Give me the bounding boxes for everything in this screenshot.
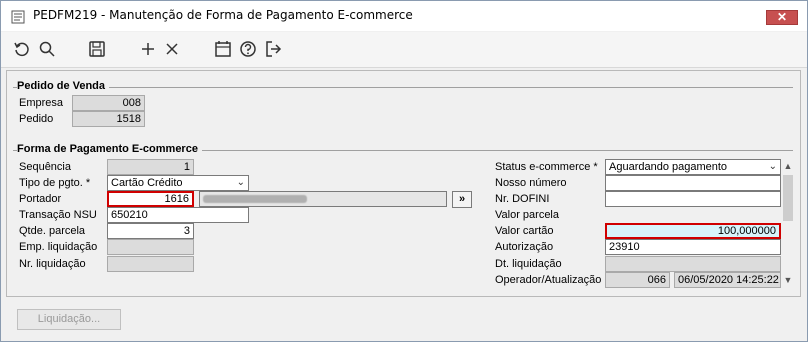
valor-parcela-field [605, 207, 781, 223]
sequencia-label: Sequência [19, 161, 71, 173]
nosso-numero-field[interactable] [605, 175, 781, 191]
pedido-label: Pedido [19, 113, 54, 125]
chevron-down-icon: ⌄ [236, 177, 245, 188]
exit-icon[interactable] [264, 40, 282, 58]
pedido-group-title: Pedido de Venda [17, 80, 110, 92]
valor-parcela-label: Valor parcela [495, 209, 559, 221]
empresa-label: Empresa [19, 97, 64, 109]
emp-liquidacao-label: Emp. liquidação [19, 241, 98, 253]
dt-liquidacao-field[interactable] [605, 256, 781, 272]
nr-liquidacao-label: Nr. liquidação [19, 258, 86, 270]
atualizacao-field[interactable]: 06/05/2020 14:25:22 [674, 272, 781, 288]
calendar-icon[interactable] [214, 40, 232, 58]
scroll-down-icon[interactable]: ▼ [781, 273, 795, 287]
status-value: Aguardando pagamento [609, 161, 728, 173]
app-window: PEDFM219 - Manutenção de Forma de Pagame… [0, 0, 808, 342]
toolbar [1, 32, 807, 68]
dt-liquidacao-label: Dt. liquidação [495, 258, 562, 270]
dofini-field[interactable] [605, 191, 781, 207]
nr-liquidacao-field[interactable] [107, 256, 194, 272]
sequencia-field[interactable]: 1 [107, 159, 194, 175]
title-bar: PEDFM219 - Manutenção de Forma de Pagame… [1, 1, 807, 31]
vertical-scrollbar[interactable]: ▲ ▼ [781, 159, 795, 287]
portador-search-button[interactable]: » [452, 191, 472, 208]
main-panel: Pedido de Venda Empresa 008 Pedido 1518 … [6, 70, 801, 297]
close-button[interactable]: ✕ [766, 10, 798, 25]
empresa-field[interactable]: 008 [72, 95, 145, 111]
scroll-thumb[interactable] [783, 175, 793, 221]
tipo-pgto-value: Cartão Crédito [111, 177, 183, 189]
chevron-down-icon: ⌄ [768, 161, 777, 172]
search-icon[interactable] [38, 40, 56, 58]
save-icon[interactable] [88, 40, 106, 58]
pedido-group-line [13, 87, 793, 88]
portador-label: Portador [19, 193, 62, 205]
operador-field[interactable]: 066 [605, 272, 670, 288]
add-icon[interactable] [139, 40, 157, 58]
tipo-pgto-select[interactable]: Cartão Crédito ⌄ [107, 175, 249, 191]
nsu-field[interactable]: 650210 [107, 207, 249, 223]
parcela-label: Qtde. parcela [19, 225, 86, 237]
parcela-field[interactable]: 3 [107, 223, 194, 239]
valor-cartao-field[interactable]: 100,000000 [605, 223, 781, 239]
refresh-icon[interactable] [13, 40, 31, 58]
delete-icon[interactable] [163, 40, 181, 58]
scroll-up-icon[interactable]: ▲ [781, 159, 795, 173]
autorizacao-label: Autorização [495, 241, 554, 253]
pedido-field[interactable]: 1518 [72, 111, 145, 127]
nosso-numero-label: Nosso número [495, 177, 567, 189]
liquidacao-button[interactable]: Liquidação... [17, 309, 121, 330]
forma-group-title: Forma de Pagamento E-commerce [17, 143, 202, 155]
portador-description-field [199, 191, 447, 207]
window-title: PEDFM219 - Manutenção de Forma de Pagame… [33, 8, 413, 22]
portador-field[interactable]: 1616 [107, 191, 194, 207]
status-select[interactable]: Aguardando pagamento ⌄ [605, 159, 781, 175]
autorizacao-field[interactable]: 23910 [605, 239, 781, 255]
dofini-label: Nr. DOFINI [495, 193, 550, 205]
tipo-pgto-label: Tipo de pgto. * [19, 177, 91, 189]
nsu-label: Transação NSU [19, 209, 97, 221]
app-icon [11, 10, 25, 24]
status-label: Status e-commerce * [495, 161, 598, 173]
valor-cartao-label: Valor cartão [495, 225, 554, 237]
operador-label: Operador/Atualização [495, 274, 602, 286]
emp-liquidacao-field[interactable] [107, 239, 194, 255]
help-icon[interactable] [239, 40, 257, 58]
redacted-text [203, 195, 307, 203]
